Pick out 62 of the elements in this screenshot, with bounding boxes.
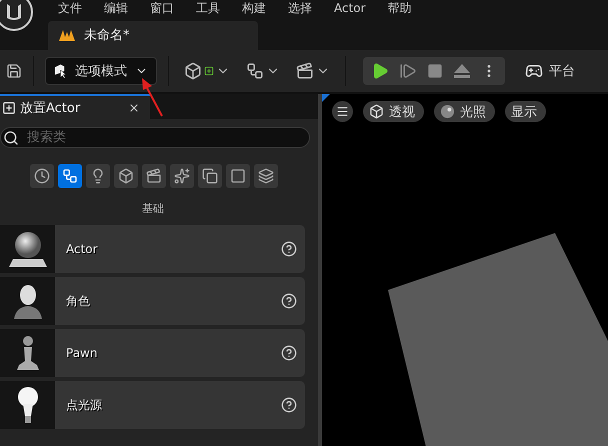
actor-list-item[interactable]: 点光源 — [0, 381, 305, 429]
menu-item[interactable]: Actor — [334, 1, 366, 16]
square-icon — [230, 168, 246, 184]
clapperboard-icon[interactable] — [296, 62, 314, 80]
gamepad-icon — [525, 62, 543, 80]
lightbulb-icon — [16, 386, 38, 424]
clapperboard-icon — [146, 168, 162, 184]
category-tab[interactable] — [170, 164, 194, 188]
cube-icon — [369, 104, 384, 119]
search-field[interactable]: 搜索类 — [0, 127, 310, 148]
clock-icon — [34, 168, 50, 184]
level-icon — [58, 28, 76, 42]
stop-icon[interactable] — [427, 63, 443, 79]
category-tab[interactable] — [30, 164, 54, 188]
menu-item[interactable]: 编辑 — [104, 1, 128, 16]
menu-icon[interactable] — [332, 101, 353, 122]
sphere-icon — [6, 229, 48, 269]
viewport-button[interactable]: 光照 — [434, 101, 495, 122]
menu-item[interactable]: 工具 — [196, 1, 220, 16]
category-tab[interactable] — [198, 164, 222, 188]
play-icon[interactable] — [371, 62, 389, 80]
eject-icon[interactable] — [453, 63, 471, 79]
viewport[interactable]: 透视 光照 显示 — [322, 94, 608, 446]
category-tab[interactable] — [114, 164, 138, 188]
sparkles-icon — [174, 168, 190, 184]
corner-marker-icon — [322, 94, 330, 102]
step-forward-icon[interactable] — [399, 62, 417, 80]
search-icon — [3, 130, 19, 146]
platform-dropdown[interactable]: 平台 — [521, 62, 579, 80]
category-tab[interactable] — [142, 164, 166, 188]
nodes-icon[interactable] — [246, 62, 264, 80]
panel-tab[interactable]: 放置Actor — [0, 94, 150, 119]
menu-item[interactable]: 帮助 — [388, 1, 412, 16]
actor-list-item[interactable]: Actor — [0, 225, 305, 273]
sphere-icon — [440, 104, 455, 119]
viewport-button[interactable]: 显示 — [505, 101, 546, 122]
save-icon[interactable] — [6, 63, 22, 79]
menu-item[interactable]: 选择 — [288, 1, 312, 16]
category-tab[interactable] — [58, 164, 82, 188]
person-icon — [12, 283, 44, 319]
menu-item[interactable]: 文件 — [58, 1, 82, 16]
close-icon[interactable] — [128, 102, 140, 114]
plus-icon[interactable] — [204, 66, 214, 76]
document-title: 未命名* — [84, 27, 130, 44]
document-tab[interactable]: 未命名* — [48, 20, 258, 50]
cube-cursor-icon — [54, 63, 67, 79]
category-tab[interactable] — [86, 164, 110, 188]
category-tab[interactable] — [254, 164, 278, 188]
actor-list-item[interactable]: Pawn — [0, 329, 305, 377]
category-tab[interactable] — [226, 164, 250, 188]
cube-icon[interactable] — [184, 62, 202, 80]
panel-title: 放置Actor — [20, 100, 82, 116]
add-icon — [2, 100, 16, 114]
pawn-icon — [14, 335, 40, 371]
menu-item[interactable]: 构建 — [242, 1, 266, 16]
viewport-button[interactable]: 透视 — [363, 101, 424, 122]
layers-icon — [258, 168, 274, 184]
cube-icon — [118, 168, 134, 184]
mode-dropdown[interactable]: 选项模式 — [45, 57, 157, 85]
section-label: 基础 — [142, 201, 165, 216]
menu-item[interactable]: 窗口 — [150, 1, 174, 16]
actor-list-item[interactable]: 角色 — [0, 277, 305, 325]
